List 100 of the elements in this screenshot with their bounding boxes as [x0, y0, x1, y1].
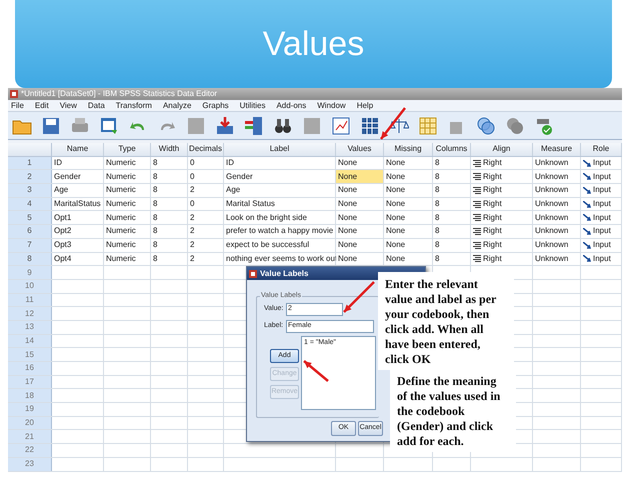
table-cell: Numeric — [104, 211, 151, 224]
table-cell: Right — [471, 252, 533, 266]
column-header[interactable]: Missing — [384, 143, 433, 156]
table-cell: Unknown — [533, 211, 581, 224]
table-cell: Input — [581, 211, 622, 224]
row-number[interactable]: 12 — [8, 307, 52, 320]
row-number[interactable]: 4 — [8, 198, 52, 210]
column-header[interactable]: Values — [336, 143, 384, 156]
table-cell: None — [336, 198, 384, 210]
row-number[interactable]: 10 — [8, 280, 52, 293]
table-cell: Unknown — [533, 170, 581, 184]
arrow — [303, 360, 329, 382]
table-cell: None — [336, 225, 384, 238]
menu-item[interactable]: Data — [88, 100, 105, 112]
menu-item[interactable]: Graphs — [202, 100, 229, 112]
grid-icon[interactable] — [360, 116, 380, 136]
row-number[interactable]: 14 — [8, 334, 52, 348]
menu-item[interactable]: Add-ons — [276, 100, 306, 112]
table-cell: 8 — [433, 225, 471, 238]
table-cell: Right — [471, 156, 533, 170]
row-number[interactable]: 23 — [8, 458, 52, 470]
table-cell: 8 — [151, 252, 188, 266]
row-number[interactable]: 21 — [8, 430, 52, 444]
arrow-icon — [583, 255, 591, 262]
column-header[interactable]: Columns — [433, 143, 471, 156]
row-number[interactable]: 3 — [8, 184, 52, 197]
table-cell: ID — [52, 156, 104, 170]
arrow-icon — [583, 200, 591, 208]
align-right-icon — [473, 242, 481, 249]
row-number[interactable]: 13 — [8, 320, 52, 334]
table-icon[interactable] — [418, 116, 438, 136]
insert-variable-icon[interactable] — [244, 116, 264, 136]
circles-icon[interactable] — [476, 116, 496, 136]
table-cell: None — [384, 252, 433, 266]
arrow-icon — [583, 173, 591, 180]
app-icon — [10, 90, 18, 98]
row-number[interactable]: 9 — [8, 266, 52, 279]
table-cell: None — [384, 184, 433, 197]
row-number[interactable]: 2 — [8, 170, 52, 184]
table-cell: 2 — [188, 225, 224, 238]
table-cell: 8 — [433, 156, 471, 170]
dialog-title: Value Labels — [260, 268, 308, 280]
table-cell: Right — [471, 225, 533, 238]
arrow-icon — [583, 160, 591, 167]
align-right-icon — [473, 200, 481, 208]
table-cell: Right — [471, 238, 533, 252]
menu-item[interactable]: File — [11, 100, 24, 112]
column-header[interactable]: Width — [151, 143, 188, 156]
insert-cases-icon[interactable] — [215, 116, 235, 136]
row-number[interactable]: 5 — [8, 211, 52, 224]
menu-item[interactable]: Help — [356, 100, 374, 112]
table-cell: None — [384, 156, 433, 170]
row-number[interactable]: 15 — [8, 348, 52, 361]
menu-item[interactable]: Window — [317, 100, 346, 112]
row-number[interactable]: 7 — [8, 238, 52, 252]
app-icon — [249, 270, 257, 278]
row-number[interactable]: 8 — [8, 252, 52, 266]
row-number[interactable]: 19 — [8, 403, 52, 416]
row-number[interactable]: 1 — [8, 156, 52, 170]
callout-note: Define the meaning of the values used in the codebook (Gender) and click add for each. — [390, 370, 516, 452]
table-cell: Numeric — [104, 156, 151, 170]
row-number[interactable]: 16 — [8, 362, 52, 375]
column-header[interactable]: Role — [581, 143, 622, 156]
column-header[interactable]: Measure — [533, 143, 581, 156]
table-cell: Right — [471, 184, 533, 197]
table-cell: None — [384, 198, 433, 210]
table-cell: Opt1 — [52, 211, 104, 224]
column-header[interactable]: Label — [224, 143, 336, 156]
menu-item[interactable]: Transform — [116, 100, 152, 112]
table-cell: 8 — [433, 252, 471, 266]
chart-icon[interactable] — [331, 116, 351, 136]
table-cell: None — [384, 225, 433, 238]
column-header[interactable]: Type — [104, 143, 151, 156]
menu-item[interactable]: Edit — [34, 100, 49, 112]
menu-item[interactable]: Analyze — [162, 100, 192, 112]
table-cell: ID — [224, 156, 336, 170]
table-cell: None — [336, 184, 384, 197]
menu-item[interactable]: Utilities — [240, 100, 266, 112]
table-cell: Unknown — [533, 252, 581, 266]
table-cell: 8 — [151, 156, 188, 170]
table-cell: 2 — [188, 211, 224, 224]
circles-icon[interactable] — [505, 116, 525, 136]
table-cell: Age — [52, 184, 104, 197]
dialog-icon[interactable] — [99, 116, 119, 136]
align-right-icon — [473, 160, 481, 167]
table-cell: Numeric — [104, 252, 151, 266]
table-cell: None — [336, 238, 384, 252]
column-header[interactable]: Align — [471, 143, 533, 156]
align-right-icon — [473, 173, 481, 180]
row-number[interactable]: 6 — [8, 225, 52, 238]
table-cell: Gender — [224, 170, 336, 184]
column-header[interactable]: Decimals — [188, 143, 224, 156]
row-number[interactable]: 18 — [8, 389, 52, 402]
menu-item[interactable]: View — [60, 100, 77, 112]
table-cell: Unknown — [533, 184, 581, 197]
table-cell: Input — [581, 156, 622, 170]
save-icon[interactable] — [41, 116, 61, 136]
column-header[interactable]: Name — [52, 143, 104, 156]
table-cell: Input — [581, 238, 622, 252]
table-cell: Numeric — [104, 225, 151, 238]
